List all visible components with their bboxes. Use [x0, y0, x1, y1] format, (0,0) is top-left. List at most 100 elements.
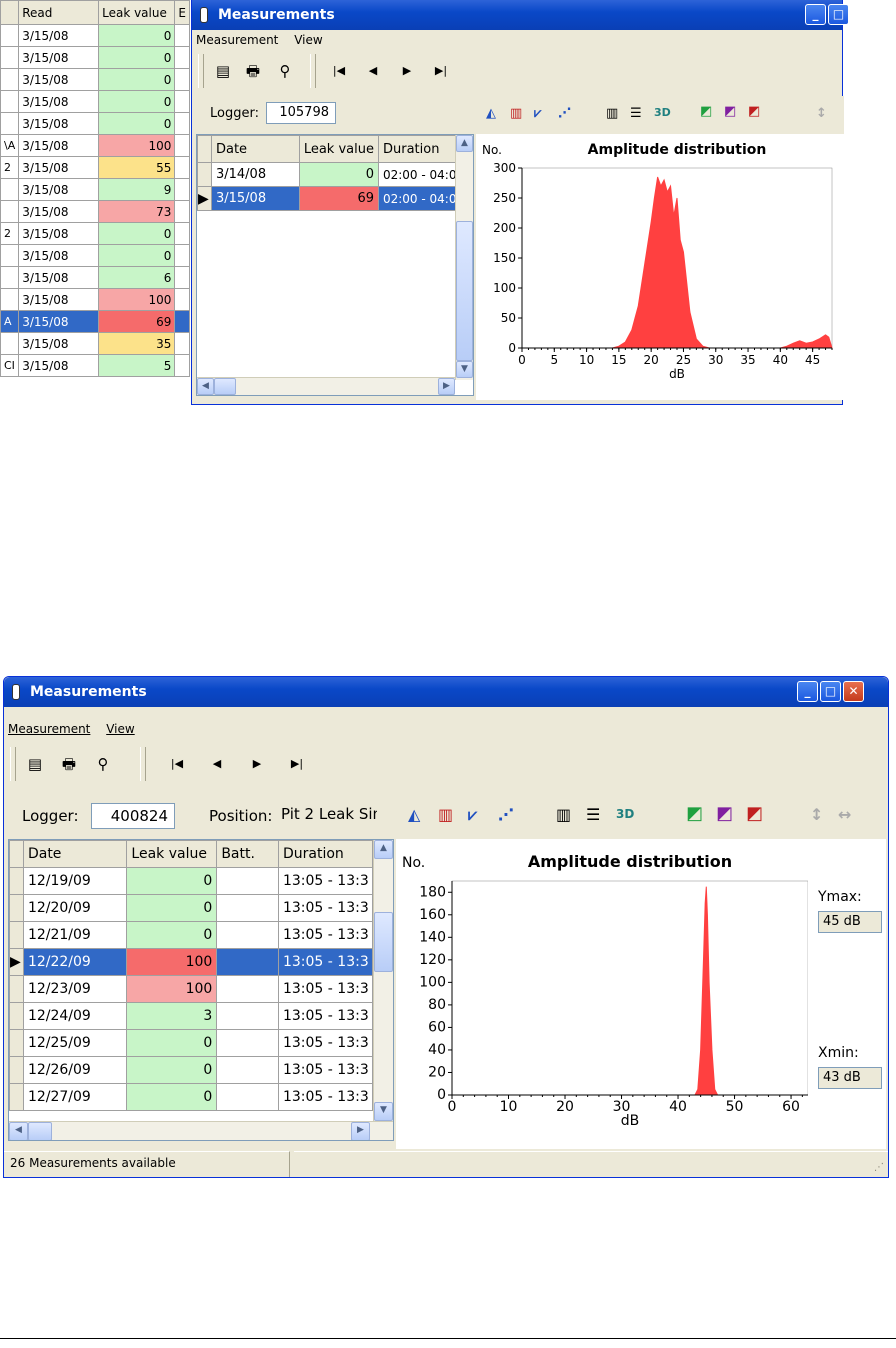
color-series-2-icon[interactable]: ◩ [724, 104, 736, 119]
next-record-icon[interactable]: ▶ [396, 60, 418, 82]
table-row[interactable]: 3/15/08 6 [0, 266, 190, 289]
table-row[interactable]: 3/15/08 0 [0, 46, 190, 69]
zoom-icon[interactable]: ⚲ [92, 753, 114, 775]
leak-value-cell[interactable]: 0 [98, 244, 176, 267]
batt-cell[interactable] [216, 894, 279, 922]
batt-cell[interactable] [216, 1002, 279, 1030]
line-chart-icon[interactable]: ⩗ [468, 805, 477, 825]
leak-value-cell[interactable]: 100 [126, 948, 218, 976]
bar-chart-icon[interactable]: ▥ [510, 106, 522, 121]
table-row[interactable]: 3/15/08 35 [0, 332, 190, 355]
hscroll-thumb[interactable] [214, 378, 236, 395]
batt-cell[interactable] [216, 948, 279, 976]
read-date-cell[interactable]: 3/15/08 [18, 24, 100, 47]
line-chart-icon[interactable]: ⩗ [534, 106, 541, 121]
export-icon[interactable]: ▤ [24, 753, 46, 775]
vertical-grid-icon[interactable]: ▥ [606, 106, 618, 121]
table-row[interactable]: 12/24/09 3 13:05 - 13:3 [9, 1002, 374, 1030]
leak-value-cell[interactable]: 9 [98, 178, 176, 201]
leak-value-cell[interactable]: 100 [126, 975, 218, 1003]
leak-value-cell[interactable]: 0 [126, 1029, 218, 1057]
table-row[interactable]: 12/27/09 0 13:05 - 13:3 [9, 1083, 374, 1111]
table-row[interactable]: 3/15/08 0 [0, 112, 190, 135]
table-row[interactable]: 3/15/08 0 [0, 244, 190, 267]
zoom-icon[interactable]: ⚲ [274, 60, 296, 82]
minimize-button[interactable]: _ [805, 4, 826, 25]
leak-value-cell[interactable]: 0 [98, 90, 176, 113]
read-date-cell[interactable]: 3/15/08 [18, 46, 100, 69]
date-cell[interactable]: 12/22/09 [22, 948, 128, 976]
batt-cell[interactable] [216, 1029, 279, 1057]
maximize-button[interactable]: □ [820, 681, 841, 702]
date-cell[interactable]: 12/19/09 [22, 867, 128, 895]
previous-record-icon[interactable]: ◀ [362, 60, 384, 82]
leak-value-cell[interactable]: 0 [126, 921, 218, 949]
duration-cell[interactable]: 02:00 - 04:00 [377, 162, 458, 187]
table-row[interactable]: 3/15/08 0 [0, 90, 190, 113]
date-cell[interactable]: 12/23/09 [22, 975, 128, 1003]
date-cell[interactable]: 12/26/09 [22, 1056, 128, 1084]
scroll-up-button[interactable]: ▲ [374, 840, 393, 859]
scroll-left-button[interactable]: ◀ [197, 378, 214, 395]
previous-record-icon[interactable]: ◀ [206, 753, 228, 775]
col-leak-value[interactable]: Leak value [126, 840, 218, 868]
bar-chart-icon[interactable]: ▥ [438, 805, 453, 824]
read-date-cell[interactable]: 3/15/08 [18, 200, 100, 223]
leak-value-cell[interactable]: 0 [126, 1083, 218, 1111]
table-row[interactable]: 3/15/08 73 [0, 200, 190, 223]
table-row[interactable]: 12/19/09 0 13:05 - 13:3 [9, 867, 374, 895]
leak-value-cell[interactable]: 0 [126, 894, 218, 922]
read-date-cell[interactable]: 3/15/08 [18, 354, 100, 377]
close-button[interactable]: ✕ [843, 681, 864, 702]
horizontal-scrollbar[interactable]: ◀ ▶ [9, 1121, 393, 1140]
col-date[interactable]: Date [22, 840, 128, 868]
batt-cell[interactable] [216, 1083, 279, 1111]
title-bar[interactable]: Measurements _ □ [192, 0, 849, 30]
scroll-thumb[interactable] [456, 221, 473, 361]
table-row[interactable]: A 3/15/08 69 [0, 310, 190, 333]
leak-value-cell[interactable]: 5 [98, 354, 176, 377]
color-series-3-icon[interactable]: ◩ [746, 803, 763, 824]
area-chart-icon[interactable]: ◭ [486, 106, 496, 121]
table-row[interactable]: ▶ 12/22/09 100 13:05 - 13:3 [9, 948, 374, 976]
color-series-1-icon[interactable]: ◩ [700, 104, 712, 119]
horizontal-grid-icon[interactable]: ☰ [630, 106, 642, 121]
read-date-cell[interactable]: 3/15/08 [18, 90, 100, 113]
table-row[interactable]: 12/23/09 100 13:05 - 13:3 [9, 975, 374, 1003]
leak-value-cell[interactable]: 6 [98, 266, 176, 289]
table-row[interactable]: 3/15/08 0 [0, 24, 190, 47]
leak-value-cell[interactable]: 100 [98, 134, 176, 157]
leak-value-cell[interactable]: 0 [126, 867, 218, 895]
first-record-icon[interactable]: |◀ [166, 753, 188, 775]
table-row[interactable]: 2 3/15/08 0 [0, 222, 190, 245]
horizontal-zoom-icon[interactable]: ↔ [838, 805, 851, 824]
table-row[interactable]: 2 3/15/08 55 [0, 156, 190, 179]
leak-value-cell[interactable]: 100 [98, 288, 176, 311]
resize-grip-icon[interactable]: ⋰ [874, 1162, 884, 1173]
date-cell[interactable]: 3/14/08 [210, 162, 300, 187]
duration-cell[interactable]: 13:05 - 13:3 [277, 867, 374, 895]
maximize-button[interactable]: □ [828, 4, 849, 25]
scroll-right-button[interactable]: ▶ [438, 378, 455, 395]
leak-value-cell[interactable]: 0 [98, 112, 176, 135]
table-row[interactable]: \A 3/15/08 100 [0, 134, 190, 157]
read-date-cell[interactable]: 3/15/08 [18, 244, 100, 267]
next-record-icon[interactable]: ▶ [246, 753, 268, 775]
leak-value-cell[interactable]: 35 [98, 332, 176, 355]
read-date-cell[interactable]: 3/15/08 [18, 156, 100, 179]
leak-value-cell[interactable]: 0 [98, 68, 176, 91]
table-row[interactable]: 3/15/08 9 [0, 178, 190, 201]
menu-measurement[interactable]: Measurement [8, 722, 90, 736]
table-row[interactable]: 12/25/09 0 13:05 - 13:3 [9, 1029, 374, 1057]
duration-cell[interactable]: 13:05 - 13:3 [277, 1056, 374, 1084]
minimize-button[interactable]: _ [797, 681, 818, 702]
horizontal-grid-icon[interactable]: ☰ [586, 805, 600, 824]
col-duration[interactable]: Duration [277, 840, 374, 868]
logger-input[interactable]: 400824 [91, 803, 175, 829]
leak-value-cell[interactable]: 0 [98, 46, 176, 69]
print-icon[interactable]: 🖶 [58, 753, 80, 775]
first-record-icon[interactable]: |◀ [328, 60, 350, 82]
date-cell[interactable]: 12/20/09 [22, 894, 128, 922]
leak-value-cell[interactable]: 0 [298, 162, 379, 187]
duration-cell[interactable]: 13:05 - 13:3 [277, 921, 374, 949]
